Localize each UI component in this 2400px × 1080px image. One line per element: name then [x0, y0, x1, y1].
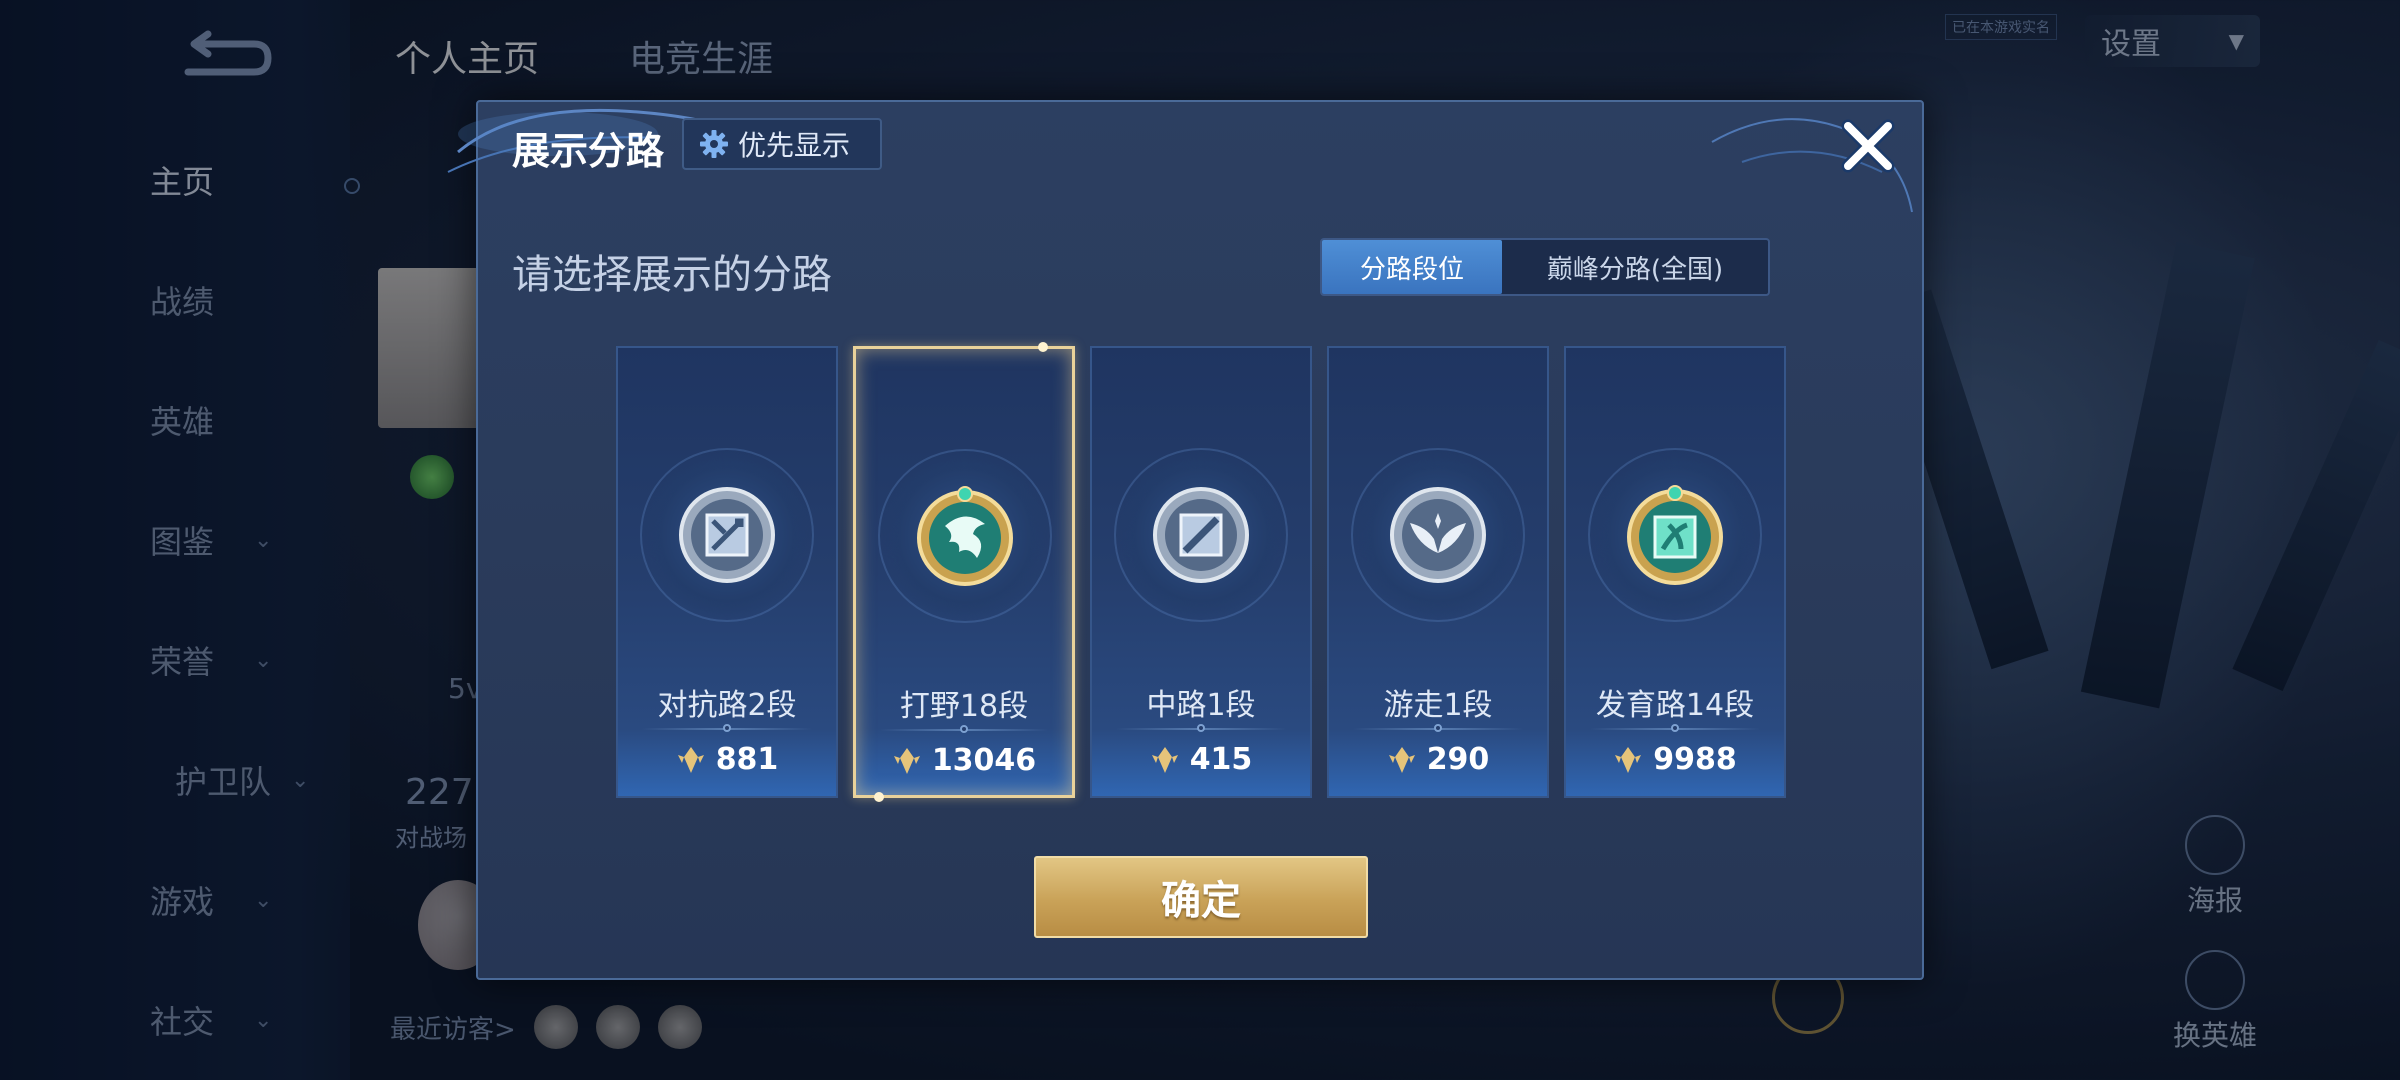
divider	[1116, 724, 1286, 732]
close-icon	[1841, 119, 1895, 173]
silver-wand-emblem-icon	[1153, 487, 1249, 583]
lane-card-mid[interactable]: 中路1段 415	[1090, 346, 1312, 798]
gear-icon	[700, 130, 728, 158]
selected-marker	[1038, 342, 1048, 352]
lane-card-roam[interactable]: 游走1段 290	[1327, 346, 1549, 798]
lane-card-top[interactable]: 对抗路2段 881	[616, 346, 838, 798]
selected-marker	[874, 792, 884, 802]
lane-display-dialog: 展示分路 优先显示 请选择展示的分路 分路段位 巅峰分路(全国) 对抗路2段 8…	[447, 100, 1924, 980]
lane-card-jungle[interactable]: 打野18段 13046	[853, 342, 1075, 802]
silver-wings-emblem-icon	[1390, 487, 1486, 583]
score-value: 415	[1189, 742, 1253, 777]
dialog-subtitle: 请选择展示的分路	[512, 252, 832, 298]
lane-card-farm[interactable]: 发育路14段 9988	[1564, 346, 1786, 798]
divider	[1590, 724, 1760, 732]
score-value: 881	[715, 742, 779, 777]
lane-rank-label: 发育路14段	[1595, 688, 1755, 723]
score-icon	[893, 747, 920, 774]
divider	[880, 725, 1048, 733]
score-value: 9988	[1653, 742, 1737, 777]
score-icon	[1615, 746, 1642, 773]
score-icon	[677, 746, 704, 773]
lane-score: 881	[618, 742, 836, 777]
lane-rank-label: 对抗路2段	[657, 688, 797, 723]
tab-lane-rank[interactable]: 分路段位	[1322, 240, 1502, 294]
confirm-button[interactable]: 确定	[1034, 856, 1368, 938]
lane-rank-label: 打野18段	[899, 689, 1029, 724]
tab-peak-lane[interactable]: 巅峰分路(全国)	[1502, 240, 1768, 294]
lane-rank-label: 游走1段	[1383, 688, 1493, 723]
gold-arrow-emblem-icon	[1627, 485, 1723, 585]
silver-sword-emblem-icon	[679, 487, 775, 583]
priority-display-button[interactable]: 优先显示	[682, 118, 882, 170]
dialog-title: 展示分路	[512, 129, 665, 173]
score-value: 13046	[931, 743, 1037, 778]
score-icon	[1151, 746, 1178, 773]
score-value: 290	[1426, 742, 1490, 777]
lane-score: 415	[1092, 742, 1310, 777]
close-button[interactable]	[1836, 114, 1900, 178]
confirm-label: 确定	[1161, 878, 1241, 924]
lane-score: 290	[1329, 742, 1547, 777]
lane-score: 9988	[1566, 742, 1784, 777]
priority-label: 优先显示	[738, 129, 851, 162]
gold-dragon-emblem-icon	[917, 486, 1013, 586]
divider	[1353, 724, 1523, 732]
lane-card-list: 对抗路2段 881 打野18段 13046 中路1段 415 游走1段 290 …	[616, 342, 1786, 802]
divider	[642, 724, 812, 732]
mode-segmented-control: 分路段位 巅峰分路(全国)	[1320, 238, 1770, 296]
lane-rank-label: 中路1段	[1146, 688, 1256, 723]
score-icon	[1388, 746, 1415, 773]
lane-score: 13046	[856, 743, 1072, 778]
